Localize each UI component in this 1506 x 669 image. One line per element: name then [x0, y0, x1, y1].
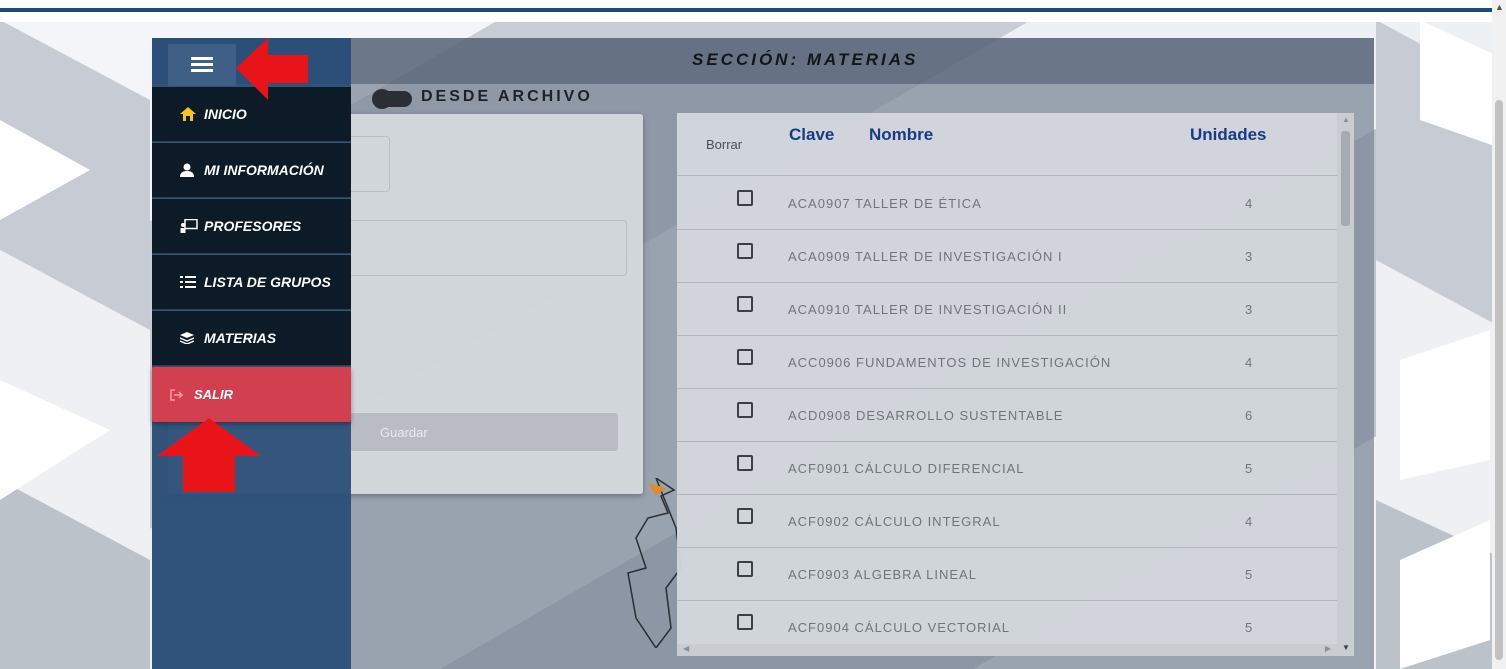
delete-checkbox[interactable] — [737, 455, 753, 471]
subject-nombre: CÁLCULO INTEGRAL — [854, 514, 1001, 529]
page-scrollbar[interactable]: ▲ — [1492, 0, 1506, 669]
column-header-unidades[interactable]: Unidades — [1190, 125, 1267, 145]
table-row: ACD0908 DESARROLLO SUSTENTABLE 6 — [677, 388, 1337, 442]
subject-text: ACA0910 TALLER DE INVESTIGACIÓN II — [788, 302, 1067, 317]
table-vertical-scrollbar[interactable]: ▲ ▼ — [1337, 113, 1354, 656]
sidebar-item-lista-de-grupos[interactable]: LISTA DE GRUPOS — [152, 255, 351, 310]
sidebar-item-materias[interactable]: MATERIAS — [152, 311, 351, 366]
subjects-table: Borrar Clave Nombre Unidades ACA0907 TAL… — [677, 113, 1354, 656]
column-header-nombre[interactable]: Nombre — [869, 125, 933, 145]
sidebar-item-label: INICIO — [204, 106, 247, 122]
subject-nombre: CÁLCULO DIFERENCIAL — [854, 461, 1025, 476]
subject-unidades: 6 — [1245, 408, 1253, 423]
subject-unidades: 3 — [1245, 302, 1253, 317]
subject-clave: ACF0904 — [788, 620, 850, 635]
table-row: ACA0907 TALLER DE ÉTICA 4 — [677, 176, 1337, 230]
subject-nombre: TALLER DE ÉTICA — [855, 196, 982, 211]
sidebar-item-profesores[interactable]: PROFESORES — [152, 199, 351, 254]
subject-text: ACC0906 FUNDAMENTOS DE INVESTIGACIÓN — [788, 355, 1111, 370]
subject-text: ACA0909 TALLER DE INVESTIGACIÓN I — [788, 249, 1063, 264]
table-header: Borrar Clave Nombre Unidades — [677, 113, 1337, 176]
table-row: ACF0903 ALGEBRA LINEAL 5 — [677, 547, 1337, 601]
subject-clave: ACA0910 — [788, 302, 851, 317]
subject-unidades: 5 — [1245, 461, 1253, 476]
delete-checkbox[interactable] — [737, 402, 753, 418]
table-row: ACA0909 TALLER DE INVESTIGACIÓN I 3 — [677, 229, 1337, 283]
subject-clave: ACF0903 — [788, 567, 850, 582]
table-row: ACF0901 CÁLCULO DIFERENCIAL 5 — [677, 441, 1337, 495]
subject-text: ACA0907 TALLER DE ÉTICA — [788, 196, 982, 211]
save-button[interactable]: Guardar — [350, 413, 618, 451]
file-mode-toggle[interactable] — [372, 89, 412, 109]
sidebar-item-salir[interactable]: SALIR — [152, 367, 351, 422]
subject-nombre: FUNDAMENTOS DE INVESTIGACIÓN — [856, 355, 1112, 370]
delete-checkbox[interactable] — [737, 614, 753, 630]
toggle-label: DESDE ARCHIVO — [421, 88, 593, 105]
user-icon — [180, 163, 200, 177]
scroll-left-icon[interactable]: ◀ — [683, 644, 689, 653]
subject-text: ACD0908 DESARROLLO SUSTENTABLE — [788, 408, 1063, 423]
sidebar-item-label: LISTA DE GRUPOS — [204, 274, 331, 290]
subject-nombre: TALLER DE INVESTIGACIÓN II — [855, 302, 1068, 317]
delete-checkbox[interactable] — [737, 508, 753, 524]
sidebar-item-label: PROFESORES — [204, 218, 302, 234]
sidebar-item-label: MI INFORMACIÓN — [204, 162, 324, 178]
layers-icon — [180, 332, 200, 344]
sidebar-item-label: MATERIAS — [204, 330, 277, 346]
subject-text: ACF0902 CÁLCULO INTEGRAL — [788, 514, 1001, 529]
subject-unidades: 3 — [1245, 249, 1253, 264]
list-icon — [180, 276, 200, 288]
subject-text: ACF0904 CÁLCULO VECTORIAL — [788, 620, 1010, 635]
subject-text: ACF0901 CÁLCULO DIFERENCIAL — [788, 461, 1025, 476]
sidebar-item-mi-informacion[interactable]: MI INFORMACIÓN — [152, 143, 351, 198]
subject-nombre: DESARROLLO SUSTENTABLE — [856, 408, 1064, 423]
table-horizontal-scrollbar[interactable]: ◀ ▶ — [677, 644, 1337, 656]
table-row: ACA0910 TALLER DE INVESTIGACIÓN II 3 — [677, 282, 1337, 336]
subject-unidades: 4 — [1245, 196, 1253, 211]
subject-unidades: 4 — [1245, 514, 1253, 529]
sidebar-item-label: SALIR — [194, 387, 233, 402]
subject-clave: ACC0906 — [788, 355, 852, 370]
subject-clave: ACA0907 — [788, 196, 851, 211]
teacher-board-icon — [180, 219, 200, 233]
page-scrollbar-thumb[interactable] — [1495, 100, 1503, 660]
delete-checkbox[interactable] — [737, 190, 753, 206]
scroll-right-icon[interactable]: ▶ — [1325, 644, 1331, 653]
annotation-arrow-up-icon — [157, 418, 261, 492]
nombre-input[interactable] — [320, 220, 627, 276]
logout-icon — [170, 388, 190, 401]
subject-unidades: 4 — [1245, 355, 1253, 370]
home-icon — [180, 107, 200, 121]
hamburger-icon — [191, 57, 213, 72]
subject-nombre: ALGEBRA LINEAL — [853, 567, 977, 582]
subject-nombre: CÁLCULO VECTORIAL — [854, 620, 1011, 635]
menu-toggle-button[interactable] — [168, 44, 236, 86]
subject-clave: ACF0902 — [788, 514, 850, 529]
delete-checkbox[interactable] — [737, 296, 753, 312]
top-border — [0, 0, 1506, 22]
subject-nombre: TALLER DE INVESTIGACIÓN I — [855, 249, 1063, 264]
delete-checkbox[interactable] — [737, 243, 753, 259]
subject-clave: ACF0901 — [788, 461, 850, 476]
column-header-clave[interactable]: Clave — [789, 125, 834, 145]
annotation-arrow-left-icon — [236, 38, 308, 100]
subject-text: ACF0903 ALGEBRA LINEAL — [788, 567, 977, 582]
table-row: ACC0906 FUNDAMENTOS DE INVESTIGACIÓN 4 — [677, 335, 1337, 389]
subject-unidades: 5 — [1245, 567, 1253, 582]
delete-checkbox[interactable] — [737, 561, 753, 577]
delete-checkbox[interactable] — [737, 349, 753, 365]
toggle-knob — [372, 89, 392, 109]
scroll-up-icon[interactable]: ▲ — [1495, 2, 1504, 12]
scroll-down-icon[interactable]: ▼ — [1342, 643, 1350, 652]
subject-unidades: 5 — [1245, 620, 1253, 635]
scroll-up-icon[interactable]: ▲ — [1342, 115, 1350, 124]
section-title: SECCIÓN: MATERIAS — [692, 50, 919, 69]
subject-clave: ACD0908 — [788, 408, 852, 423]
table-scrollbar-thumb[interactable] — [1341, 131, 1350, 226]
table-row: ACF0902 CÁLCULO INTEGRAL 4 — [677, 494, 1337, 548]
column-header-borrar: Borrar — [706, 137, 743, 152]
subject-clave: ACA0909 — [788, 249, 851, 264]
